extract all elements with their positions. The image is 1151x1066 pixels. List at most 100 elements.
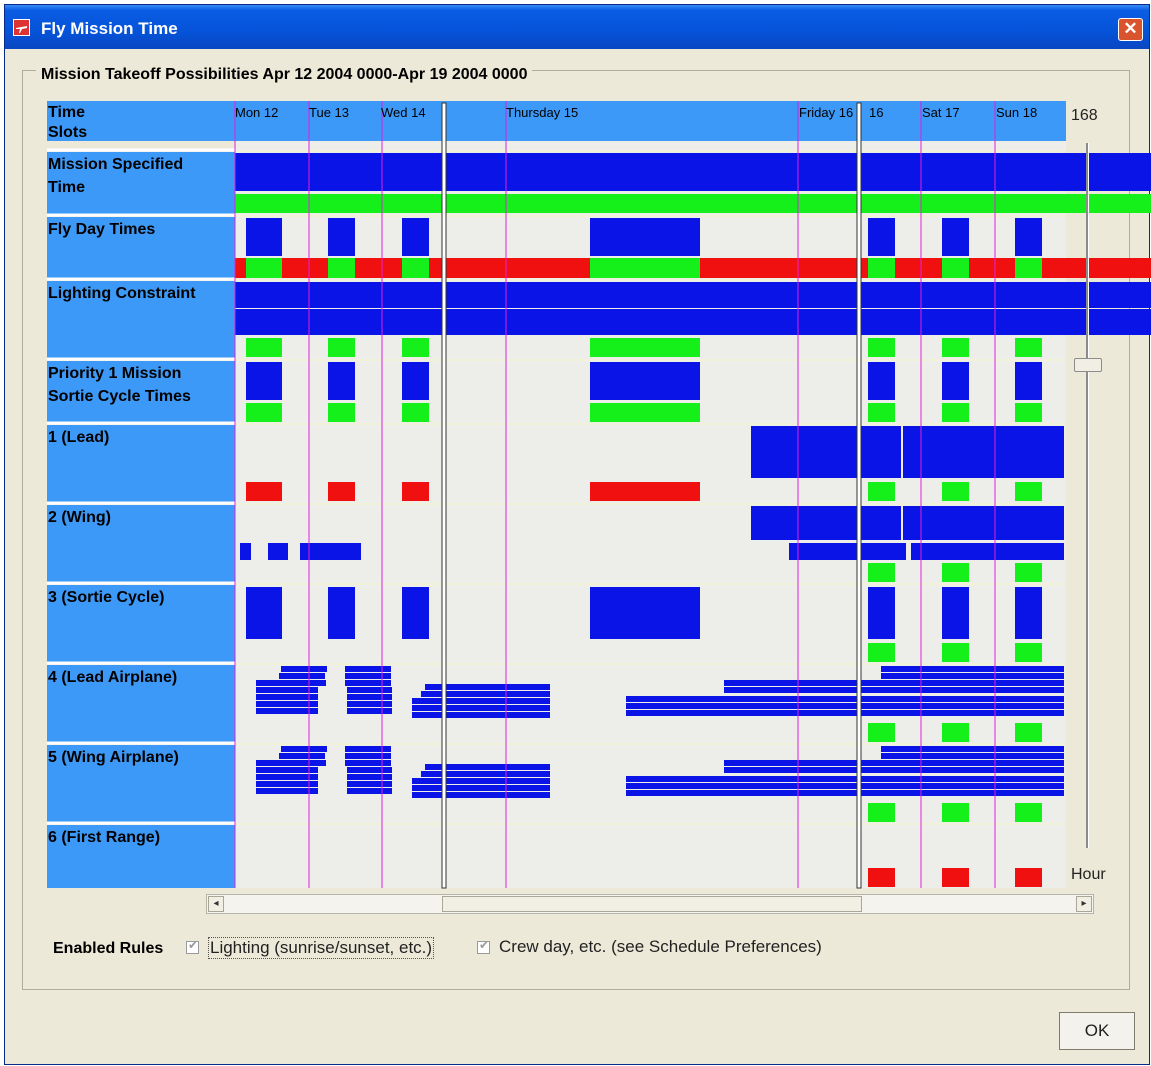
schedule-bar bbox=[347, 774, 392, 780]
row-label: Priority 1 Mission bbox=[48, 365, 181, 382]
schedule-bar bbox=[942, 362, 969, 400]
row-label: Sortie Cycle Times bbox=[48, 388, 191, 405]
schedule-bar bbox=[751, 506, 901, 540]
schedule-bar bbox=[402, 587, 429, 639]
schedule-bar bbox=[412, 778, 550, 784]
range-marker bbox=[856, 102, 862, 889]
ok-button[interactable]: OK bbox=[1059, 1012, 1135, 1050]
schedule-bar bbox=[942, 403, 969, 422]
schedule-bar bbox=[724, 760, 1064, 766]
schedule-bar bbox=[590, 587, 700, 639]
schedule-bar bbox=[1015, 868, 1042, 887]
schedule-bar bbox=[402, 362, 429, 400]
scroll-thumb[interactable] bbox=[442, 896, 862, 912]
schedule-bar bbox=[235, 153, 1151, 191]
schedule-bar bbox=[868, 563, 895, 582]
schedule-bar bbox=[279, 753, 325, 759]
schedule-bar bbox=[942, 338, 969, 357]
schedule-bar bbox=[590, 258, 700, 278]
schedule-bar bbox=[281, 666, 327, 672]
schedule-bar bbox=[347, 708, 392, 714]
row-label: Fly Day Times bbox=[48, 221, 155, 238]
schedule-bar bbox=[626, 776, 1064, 782]
schedule-bar bbox=[235, 282, 1151, 308]
row-label: Mission Specified bbox=[48, 156, 183, 173]
schedule-bar bbox=[868, 643, 895, 662]
schedule-bar bbox=[751, 426, 901, 478]
schedule-bar bbox=[246, 587, 282, 639]
scroll-right-arrow-icon[interactable]: ▸ bbox=[1076, 896, 1092, 912]
lighting-rule-label[interactable]: Lighting (sunrise/sunset, etc.) bbox=[208, 937, 435, 959]
schedule-bar bbox=[345, 746, 391, 752]
schedule-bar bbox=[868, 868, 895, 887]
schedule-bar bbox=[240, 543, 251, 560]
schedule-bar bbox=[328, 338, 355, 357]
enabled-rules-label: Enabled Rules bbox=[53, 940, 164, 957]
schedule-bar bbox=[626, 783, 1064, 789]
time-tick-label: Mon 12 bbox=[235, 105, 278, 120]
zoom-slider-track[interactable] bbox=[1086, 143, 1089, 848]
schedule-bar bbox=[421, 691, 550, 697]
schedule-bar bbox=[590, 362, 700, 400]
schedule-bar bbox=[412, 698, 550, 704]
crew-day-rule-label[interactable]: Crew day, etc. (see Schedule Preferences… bbox=[499, 937, 822, 957]
schedule-bar bbox=[246, 362, 282, 400]
row-label: Time bbox=[48, 179, 85, 196]
schedule-bar bbox=[246, 482, 282, 501]
time-tick-label: Wed 14 bbox=[381, 105, 426, 120]
schedule-bar bbox=[868, 723, 895, 742]
schedule-bar bbox=[328, 403, 355, 422]
time-tick-label: Thursday 15 bbox=[506, 105, 578, 120]
schedule-bar bbox=[942, 587, 969, 639]
slider-unit-label: Hour bbox=[1071, 866, 1106, 883]
schedule-bar bbox=[881, 666, 1064, 672]
schedule-bar bbox=[246, 403, 282, 422]
schedule-bar bbox=[412, 712, 550, 718]
slider-max-label: 168 bbox=[1071, 107, 1098, 124]
time-tick-label: Sun 18 bbox=[996, 105, 1037, 120]
schedule-bar bbox=[246, 218, 282, 256]
schedule-bar bbox=[246, 258, 282, 278]
schedule-bar bbox=[881, 746, 1064, 752]
schedule-bar bbox=[942, 218, 969, 256]
schedule-bar bbox=[345, 673, 391, 679]
schedule-bar bbox=[590, 403, 700, 422]
checkbox-icon: ✔ bbox=[188, 938, 199, 952]
schedule-bar bbox=[1015, 362, 1042, 400]
row-label: Slots bbox=[48, 124, 87, 141]
row-label: Time bbox=[48, 104, 85, 121]
schedule-bar bbox=[412, 785, 550, 791]
schedule-bar bbox=[347, 694, 392, 700]
schedule-bar bbox=[590, 338, 700, 357]
schedule-bar bbox=[1015, 338, 1042, 357]
schedule-bar bbox=[347, 687, 392, 693]
schedule-bar bbox=[347, 701, 392, 707]
schedule-bar bbox=[868, 482, 895, 501]
schedule-bar bbox=[1015, 723, 1042, 742]
schedule-bar bbox=[590, 482, 700, 501]
schedule-bar bbox=[942, 643, 969, 662]
row-label: 1 (Lead) bbox=[48, 429, 109, 446]
zoom-slider-thumb[interactable] bbox=[1074, 358, 1102, 372]
schedule-bar bbox=[347, 767, 392, 773]
schedule-bar bbox=[868, 403, 895, 422]
schedule-bar bbox=[345, 680, 391, 686]
schedule-bar bbox=[942, 258, 969, 278]
lighting-rule-checkbox[interactable]: ✔ bbox=[186, 938, 199, 954]
schedule-bar bbox=[402, 258, 429, 278]
horizontal-scrollbar[interactable]: ◂ ▸ bbox=[206, 894, 1094, 914]
schedule-bar bbox=[942, 803, 969, 822]
schedule-bar bbox=[256, 680, 326, 686]
schedule-bar bbox=[402, 218, 429, 256]
schedule-bar bbox=[328, 218, 355, 256]
schedule-bar bbox=[1015, 643, 1042, 662]
schedule-bar bbox=[1015, 403, 1042, 422]
crew-day-rule-checkbox[interactable]: ✔ bbox=[477, 938, 490, 954]
schedule-bar bbox=[942, 868, 969, 887]
schedule-bar bbox=[235, 309, 1151, 335]
schedule-bar bbox=[1015, 218, 1042, 256]
checkbox-icon: ✔ bbox=[479, 938, 490, 952]
schedule-bar bbox=[724, 687, 1064, 693]
scroll-left-arrow-icon[interactable]: ◂ bbox=[208, 896, 224, 912]
time-tick-label: Sat 17 bbox=[922, 105, 960, 120]
